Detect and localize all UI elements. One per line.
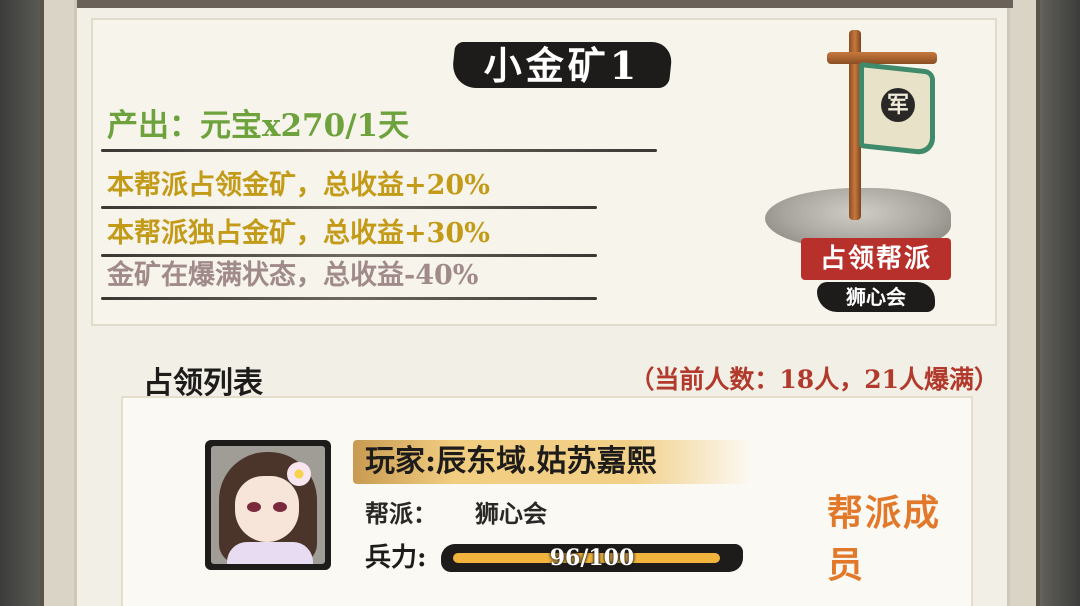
output-text: 产出：元宝x270/1天 [107,108,410,144]
avatar-eye [273,502,287,512]
occupy-flag: 军 占领帮派 狮心会 [765,20,985,320]
avatar[interactable] [205,440,331,570]
bonus-line-3: 金矿在爆满状态，总收益-40% [107,258,667,294]
flag-crossbar [827,52,937,64]
power-value: 96/100 [549,545,635,571]
bonus-divider [101,297,597,300]
member-card[interactable]: 玩家:辰东域.姑苏嘉熙 帮派： 狮心会 兵力: 96/100 帮派成员 [121,396,973,606]
flag-emblem-icon: 军 [881,88,915,122]
member-guild-row: 帮派： 狮心会 [365,494,547,534]
bonus-divider [101,206,597,209]
occupant-count: （当前人数：18人，21人爆满） [629,365,999,394]
occupying-guild-name: 狮心会 [846,285,906,309]
bonus-text: 本帮派独占金矿，总收益+30% [107,218,490,249]
bonus-divider [101,254,597,257]
avatar-face [235,476,299,542]
avatar-dress [227,542,313,564]
mine-title: 小金矿1 [450,28,674,92]
guild-label: 帮派： [365,499,437,528]
mine-detail-panel: 小金矿1 产出：元宝x270/1天 本帮派占领金矿，总收益+20% 本帮派独占金… [40,0,1040,606]
mine-title-text: 小金矿1 [483,43,641,88]
character-portrait-icon [211,446,325,564]
guild-value: 狮心会 [475,499,547,528]
flower-icon [287,462,311,486]
power-label: 兵力: [365,543,427,573]
avatar-eye [247,502,261,512]
output-line: 产出：元宝x270/1天 [107,108,667,144]
member-role: 帮派成员 [827,492,942,586]
player-name: 玩家:辰东域.姑苏嘉熙 [365,444,657,479]
bonus-line-2: 本帮派独占金矿，总收益+30% [107,216,667,252]
occupy-label: 占领帮派 [819,244,932,274]
output-divider [101,149,657,152]
top-divider [77,0,1013,8]
bonus-text: 本帮派占领金矿，总收益+20% [107,170,490,201]
penalty-text: 金矿在爆满状态，总收益-40% [107,260,479,291]
bonus-line-1: 本帮派占领金矿，总收益+20% [107,168,667,204]
panel-inner: 小金矿1 产出：元宝x270/1天 本帮派占领金矿，总收益+20% 本帮派独占金… [74,0,1013,606]
